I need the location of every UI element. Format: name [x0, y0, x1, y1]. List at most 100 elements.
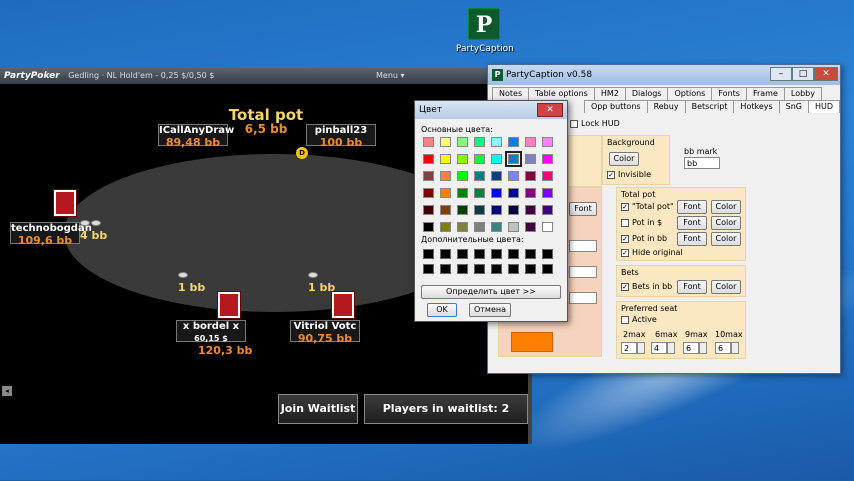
- left-field-3[interactable]: [569, 292, 597, 304]
- tab-rebuy[interactable]: Rebuy: [646, 100, 686, 113]
- tab-hm2[interactable]: HM2: [593, 87, 626, 100]
- seat-10max-spinner[interactable]: [731, 342, 739, 354]
- basic-color-swatch[interactable]: [440, 188, 451, 198]
- basic-color-swatch[interactable]: [474, 188, 485, 198]
- custom-color-swatch[interactable]: [440, 249, 451, 259]
- seat-9max-input[interactable]: 6: [683, 342, 699, 354]
- color-dialog-close-button[interactable]: ✕: [537, 103, 563, 117]
- left-field-2[interactable]: [569, 266, 597, 278]
- basic-color-swatch[interactable]: [474, 137, 485, 147]
- basic-color-swatch[interactable]: [542, 188, 553, 198]
- total-pot-color-button[interactable]: Color: [711, 200, 741, 214]
- checkbox[interactable]: ✓: [621, 248, 629, 257]
- basic-color-swatch[interactable]: [542, 205, 553, 215]
- basic-color-swatch[interactable]: [440, 154, 451, 164]
- basic-color-swatch[interactable]: [491, 137, 502, 147]
- seat-9max-spinner[interactable]: [699, 342, 707, 354]
- custom-color-swatch[interactable]: [474, 249, 485, 259]
- seat-icallanydraw[interactable]: ICallAnyDraw 89,48 bb: [158, 124, 234, 149]
- seat-6max-spinner[interactable]: [667, 342, 675, 354]
- seat-technobogdan[interactable]: technobogdan 109,6 bb: [10, 222, 92, 247]
- font-button[interactable]: Font: [569, 202, 597, 216]
- tab-hud[interactable]: HUD: [808, 100, 841, 113]
- custom-color-swatch[interactable]: [542, 264, 553, 274]
- basic-color-swatch[interactable]: [474, 222, 485, 232]
- tab-lobby[interactable]: Lobby: [783, 87, 822, 100]
- basic-color-swatch[interactable]: [457, 205, 468, 215]
- tab-betscript[interactable]: Betscript: [684, 100, 735, 113]
- tab-sng[interactable]: SnG: [778, 100, 809, 113]
- tab-frame[interactable]: Frame: [745, 87, 785, 100]
- hide-original-checkbox[interactable]: ✓ Hide original: [621, 248, 683, 257]
- custom-color-swatch[interactable]: [491, 249, 502, 259]
- basic-color-swatch[interactable]: [505, 151, 522, 167]
- checkbox[interactable]: ✓: [621, 234, 629, 243]
- pot-bb-color-button[interactable]: Color: [711, 232, 741, 246]
- join-waitlist-button[interactable]: Join Waitlist: [278, 394, 358, 424]
- pot-dollar-font-button[interactable]: Font: [677, 216, 707, 230]
- pot-dollar-color-button[interactable]: Color: [711, 216, 741, 230]
- basic-color-swatch[interactable]: [474, 154, 485, 164]
- checkbox[interactable]: [621, 218, 629, 227]
- desktop-icon-partycaption[interactable]: P PartyCaption: [456, 8, 514, 54]
- basic-color-swatch[interactable]: [508, 188, 519, 198]
- custom-color-swatch[interactable]: [457, 249, 468, 259]
- checkbox[interactable]: ✓: [621, 282, 629, 291]
- basic-color-swatch[interactable]: [440, 222, 451, 232]
- basic-color-swatch[interactable]: [525, 137, 536, 147]
- define-custom-color-button[interactable]: Определить цвет >>: [421, 285, 561, 299]
- total-pot-font-button[interactable]: Font: [677, 200, 707, 214]
- background-color-button[interactable]: Color: [609, 152, 639, 166]
- basic-color-swatch[interactable]: [423, 205, 434, 215]
- basic-color-swatch[interactable]: [457, 154, 468, 164]
- bb-mark-input[interactable]: bb: [684, 157, 720, 169]
- basic-color-swatch[interactable]: [440, 205, 451, 215]
- basic-color-swatch[interactable]: [474, 171, 485, 181]
- basic-color-swatch[interactable]: [508, 171, 519, 181]
- lock-hud-checkbox[interactable]: Lock HUD: [570, 119, 620, 128]
- basic-color-swatch[interactable]: [491, 188, 502, 198]
- ok-button[interactable]: OK: [427, 303, 457, 317]
- basic-color-swatch[interactable]: [525, 205, 536, 215]
- basic-color-swatch[interactable]: [474, 205, 485, 215]
- basic-color-swatch[interactable]: [508, 137, 519, 147]
- basic-color-swatch[interactable]: [457, 188, 468, 198]
- checkbox[interactable]: [621, 315, 629, 324]
- custom-color-swatch[interactable]: [542, 249, 553, 259]
- basic-color-swatch[interactable]: [491, 222, 502, 232]
- basic-color-swatch[interactable]: [440, 171, 451, 181]
- basic-color-swatch[interactable]: [457, 222, 468, 232]
- pot-bb-font-button[interactable]: Font: [677, 232, 707, 246]
- seat-vitriol-votc[interactable]: Vitriol Votc 90,75 bb: [290, 320, 360, 345]
- custom-color-swatch[interactable]: [508, 264, 519, 274]
- basic-color-swatch[interactable]: [423, 137, 434, 147]
- custom-color-swatch[interactable]: [525, 264, 536, 274]
- close-button[interactable]: ✕: [814, 67, 838, 81]
- custom-color-swatch[interactable]: [457, 264, 468, 274]
- tab-fonts[interactable]: Fonts: [711, 87, 747, 100]
- basic-color-swatch[interactable]: [491, 154, 502, 164]
- maximize-button[interactable]: □: [792, 67, 814, 81]
- checkbox[interactable]: ✓: [621, 202, 629, 211]
- seat-2max-input[interactable]: 2: [621, 342, 637, 354]
- seat-6max-input[interactable]: 4: [651, 342, 667, 354]
- tab-opp-buttons[interactable]: Opp buttons: [584, 100, 648, 113]
- basic-color-swatch[interactable]: [423, 154, 434, 164]
- bets-font-button[interactable]: Font: [677, 280, 707, 294]
- seat-10max-input[interactable]: 6: [715, 342, 731, 354]
- basic-color-swatch[interactable]: [457, 137, 468, 147]
- basic-color-swatch[interactable]: [542, 171, 553, 181]
- custom-color-swatch[interactable]: [423, 264, 434, 274]
- bets-color-button[interactable]: Color: [711, 280, 741, 294]
- tab-dialogs[interactable]: Dialogs: [624, 87, 669, 100]
- basic-color-swatch[interactable]: [525, 222, 536, 232]
- basic-color-swatch[interactable]: [491, 205, 502, 215]
- tab-table-options[interactable]: Table options: [528, 87, 595, 100]
- basic-color-swatch[interactable]: [542, 222, 553, 232]
- basic-color-swatch[interactable]: [508, 222, 519, 232]
- basic-color-swatch[interactable]: [525, 154, 536, 164]
- seat-x-bordel-x[interactable]: x bordel x 60,15 $: [176, 320, 246, 343]
- checkbox[interactable]: ✓: [607, 170, 615, 179]
- basic-color-swatch[interactable]: [423, 188, 434, 198]
- pot-in-dollar-checkbox[interactable]: Pot in $: [621, 218, 662, 227]
